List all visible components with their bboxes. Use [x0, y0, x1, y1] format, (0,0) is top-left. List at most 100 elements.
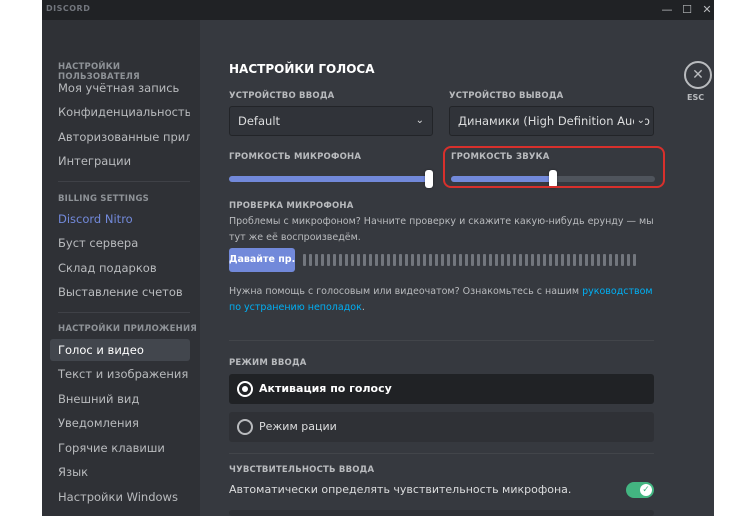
sidebar-item-billing[interactable]: Выставление счетов	[50, 281, 190, 303]
meter-bar	[591, 254, 594, 266]
sensitivity-slider[interactable]	[229, 510, 654, 516]
meter-bar	[327, 254, 330, 266]
meter-bar	[513, 254, 516, 266]
voice-settings-panel: НАСТРОЙКИ ГОЛОСА УСТРОЙСТВО ВВОДА Defaul…	[200, 20, 714, 516]
meter-bar	[579, 254, 582, 266]
radio-voice-activity[interactable]: Активация по голосу	[229, 374, 654, 404]
output-device-label: УСТРОЙСТВО ВЫВОДА	[449, 91, 564, 101]
chevron-down-icon: ⌄	[633, 107, 645, 135]
sidebar-divider	[58, 181, 190, 182]
meter-bar	[561, 254, 564, 266]
settings-sidebar: НАСТРОЙКИ ПОЛЬЗОВАТЕЛЯ Моя учётная запис…	[42, 20, 200, 516]
meter-bar	[345, 254, 348, 266]
close-icon[interactable]: ✕	[684, 61, 712, 89]
meter-bar	[435, 254, 438, 266]
meter-bar	[375, 254, 378, 266]
sidebar-divider	[58, 312, 190, 313]
mic-volume-slider[interactable]	[229, 170, 433, 188]
sidebar-item-authorized-apps[interactable]: Авторизованные прил...	[50, 126, 190, 148]
section-divider	[229, 453, 654, 454]
meter-bar	[417, 254, 420, 266]
radio-dot	[242, 386, 248, 392]
meter-bar	[549, 254, 552, 266]
meter-bar	[603, 254, 606, 266]
meter-bar	[621, 254, 624, 266]
mic-test-button[interactable]: Давайте пр...	[229, 248, 295, 272]
meter-bar	[483, 254, 486, 266]
mic-level-meter	[303, 254, 637, 266]
sidebar-item-text-images[interactable]: Текст и изображения	[50, 363, 190, 385]
meter-bar	[459, 254, 462, 266]
meter-bar	[357, 254, 360, 266]
meter-bar	[597, 254, 600, 266]
sidebar-item-voice-video[interactable]: Голос и видео	[50, 339, 190, 361]
radio-push-to-talk[interactable]: Режим рации	[229, 412, 654, 442]
meter-bar	[519, 254, 522, 266]
meter-bar	[567, 254, 570, 266]
sidebar-item-integrations[interactable]: Интеграции	[50, 150, 190, 172]
meter-bar	[333, 254, 336, 266]
sidebar-item-appearance[interactable]: Внешний вид	[50, 388, 190, 410]
meter-bar	[423, 254, 426, 266]
meter-bar	[309, 254, 312, 266]
auto-sensitivity-text: Автоматически определять чувствительност…	[229, 483, 572, 496]
maximize-button[interactable]: ☐	[676, 1, 698, 19]
sidebar-item-nitro[interactable]: Discord Nitro	[50, 208, 190, 230]
highlight-annotation	[443, 146, 665, 188]
meter-bar	[537, 254, 540, 266]
meter-bar	[393, 254, 396, 266]
chevron-down-icon: ⌄	[415, 115, 424, 126]
meter-bar	[381, 254, 384, 266]
esc-label: ESC	[687, 93, 705, 102]
section-divider	[229, 340, 654, 341]
meter-bar	[633, 254, 636, 266]
titlebar: DISCORD — ☐ ✕	[42, 0, 714, 20]
mic-volume-handle[interactable]	[425, 170, 433, 188]
meter-bar	[411, 254, 414, 266]
meter-bar	[405, 254, 408, 266]
meter-bar	[501, 254, 504, 266]
sidebar-item-windows-settings[interactable]: Настройки Windows	[50, 486, 190, 508]
app-settings-header: НАСТРОЙКИ ПРИЛОЖЕНИЯ	[58, 324, 198, 334]
meter-bar	[429, 254, 432, 266]
sidebar-item-server-boost[interactable]: Буст сервера	[50, 232, 190, 254]
sidebar-item-my-account[interactable]: Моя учётная запись	[50, 77, 190, 99]
sidebar-item-privacy[interactable]: Конфиденциальность	[50, 101, 190, 123]
output-device-select[interactable]: Динамики (High Definition Audio De ⌄	[449, 106, 654, 136]
window-close-button[interactable]: ✕	[696, 1, 714, 19]
page-title: НАСТРОЙКИ ГОЛОСА	[229, 62, 375, 76]
input-device-value: Default	[238, 114, 281, 128]
minimize-button[interactable]: —	[656, 1, 678, 19]
meter-bar	[471, 254, 474, 266]
help-text-end: .	[361, 302, 365, 313]
meter-bar	[399, 254, 402, 266]
mic-test-label: ПРОВЕРКА МИКРОФОНА	[229, 201, 354, 211]
auto-sensitivity-toggle[interactable]: ✓	[626, 482, 654, 498]
meter-bar	[465, 254, 468, 266]
meter-bar	[321, 254, 324, 266]
sidebar-item-language[interactable]: Язык	[50, 461, 190, 483]
radio-push-to-talk-label: Режим рации	[259, 420, 337, 433]
help-text-body: Нужна помощь с голосовым или видеочатом?…	[229, 286, 583, 297]
sidebar-item-notifications[interactable]: Уведомления	[50, 412, 190, 434]
discord-window: DISCORD — ☐ ✕ НАСТРОЙКИ ПОЛЬЗОВАТЕЛЯ Моя…	[42, 0, 714, 516]
radio-checked-icon	[237, 381, 253, 397]
radio-unchecked-icon	[237, 419, 253, 435]
mic-volume-fill	[229, 176, 433, 182]
meter-bar	[387, 254, 390, 266]
discord-logo: DISCORD	[46, 4, 91, 13]
sidebar-item-gift-inventory[interactable]: Склад подарков	[50, 257, 190, 279]
meter-bar	[303, 254, 306, 266]
help-text: Нужна помощь с голосовым или видеочатом?…	[229, 284, 659, 316]
meter-bar	[615, 254, 618, 266]
meter-bar	[585, 254, 588, 266]
meter-bar	[369, 254, 372, 266]
meter-bar	[489, 254, 492, 266]
input-mode-label: РЕЖИМ ВВОДА	[229, 358, 307, 368]
meter-bar	[627, 254, 630, 266]
meter-bar	[531, 254, 534, 266]
sidebar-item-keybinds[interactable]: Горячие клавиши	[50, 437, 190, 459]
input-device-select[interactable]: Default ⌄	[229, 106, 433, 136]
billing-settings-header: BILLING SETTINGS	[58, 194, 149, 204]
check-icon: ✓	[640, 484, 652, 496]
